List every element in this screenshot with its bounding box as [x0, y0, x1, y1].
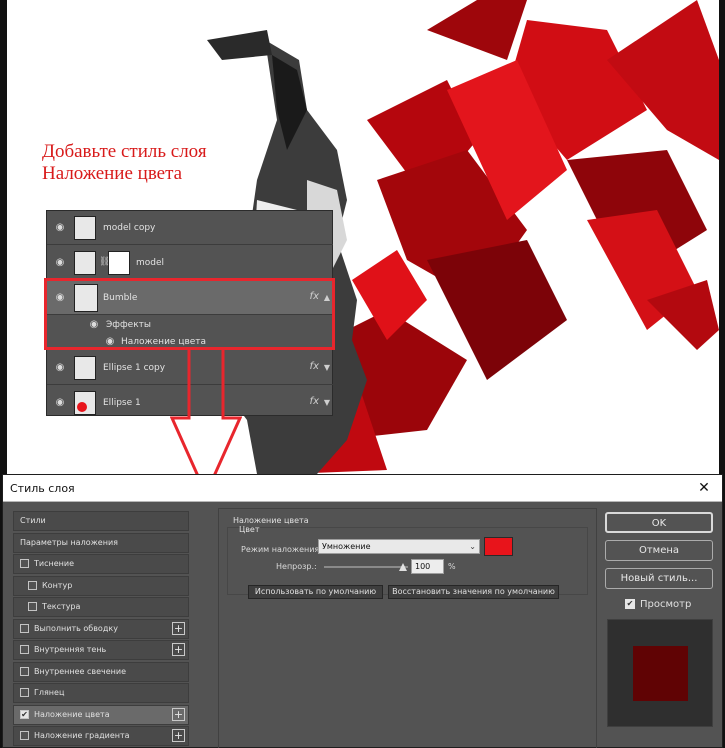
- blend-mode-select[interactable]: Умножение ⌄: [318, 539, 480, 554]
- style-item-label: Параметры наложения: [20, 537, 118, 547]
- dialog-titlebar: Стиль слоя ✕: [3, 475, 722, 502]
- instruction-line-2: Наложение цвета: [42, 163, 183, 184]
- style-checkbox[interactable]: [20, 731, 29, 740]
- opacity-slider-track[interactable]: [324, 566, 408, 568]
- fx-icon[interactable]: fx: [310, 361, 319, 372]
- style-item[interactable]: Выполнить обводку +: [13, 618, 189, 639]
- style-item[interactable]: Внутреннее свечение: [13, 661, 189, 682]
- style-checkbox[interactable]: [28, 580, 37, 590]
- style-item-label: Наложение цвета: [34, 709, 110, 719]
- layer-name[interactable]: Ellipse 1: [103, 398, 141, 408]
- layer-thumbnail: [74, 356, 96, 380]
- blend-mode-label: Режим наложения:: [241, 545, 322, 554]
- style-item[interactable]: Стили: [13, 511, 189, 531]
- highlight-box: [44, 278, 335, 350]
- style-item[interactable]: Тиснение: [13, 554, 189, 574]
- eye-icon[interactable]: ◉: [53, 398, 67, 408]
- style-item-label: Наложение градиента: [34, 731, 130, 740]
- style-item-label: Стили: [20, 516, 46, 525]
- make-default-button[interactable]: Использовать по умолчанию: [248, 585, 383, 599]
- instruction-line-1: Добавьте стиль слоя: [42, 141, 207, 162]
- mask-thumbnail: [108, 251, 130, 275]
- eye-icon[interactable]: ◉: [53, 258, 67, 268]
- layer-thumbnail: [74, 251, 96, 275]
- ok-button[interactable]: OK: [605, 512, 713, 533]
- style-item-label: Внутреннее свечение: [34, 666, 126, 676]
- opacity-label: Непрозр.:: [276, 562, 317, 571]
- reset-default-button[interactable]: Восстановить значения по умолчанию: [388, 585, 559, 599]
- style-checkbox[interactable]: [20, 623, 29, 633]
- layer-row-model[interactable]: ◉ ⛓ model: [47, 246, 333, 280]
- style-checkbox[interactable]: [20, 645, 29, 654]
- preview-label[interactable]: Просмотр: [640, 599, 691, 610]
- group-title: Наложение цвета: [233, 516, 309, 525]
- add-effect-icon[interactable]: +: [172, 729, 185, 742]
- style-item-label: Глянец: [34, 688, 65, 697]
- add-effect-icon[interactable]: +: [172, 621, 185, 635]
- layer-thumbnail: [74, 216, 96, 240]
- color-swatch[interactable]: [484, 537, 513, 556]
- add-effect-icon[interactable]: +: [172, 707, 185, 721]
- style-checkbox[interactable]: [20, 666, 29, 676]
- layer-name[interactable]: model copy: [103, 223, 155, 233]
- blend-mode-value: Умножение: [322, 542, 371, 551]
- style-checkbox[interactable]: [28, 602, 37, 611]
- style-item-label: Текстура: [42, 602, 81, 611]
- eye-icon[interactable]: ◉: [53, 223, 67, 233]
- opacity-input[interactable]: 100: [411, 559, 444, 574]
- app-root: Добавьте стиль слоя Наложение цвета ◉ mo…: [0, 0, 725, 748]
- layer-thumbnail: [74, 391, 96, 415]
- eye-icon[interactable]: ◉: [53, 363, 67, 373]
- style-checkbox[interactable]: ✔: [20, 709, 29, 719]
- preview-checkbox[interactable]: ✔: [625, 599, 635, 609]
- opacity-slider-handle[interactable]: [399, 563, 407, 571]
- layer-style-dialog: Стиль слоя ✕ Стили Параметры наложения Тис…: [2, 474, 723, 748]
- style-item-label: Выполнить обводку: [34, 623, 118, 633]
- close-icon[interactable]: ✕: [696, 480, 712, 496]
- style-item[interactable]: Внутренняя тень +: [13, 640, 189, 660]
- style-item[interactable]: Контур: [13, 575, 189, 596]
- style-item[interactable]: Наложение градиента +: [13, 726, 189, 746]
- preview-swatch: [633, 646, 688, 701]
- chevron-down-icon[interactable]: ▼: [324, 398, 330, 407]
- style-checkbox[interactable]: [20, 559, 29, 568]
- layer-name[interactable]: model: [136, 258, 164, 268]
- styles-list: Стили Параметры наложения Тиснение Контур Те…: [13, 511, 191, 748]
- style-item[interactable]: Глянец: [13, 683, 189, 703]
- style-item-label: Тиснение: [34, 559, 74, 568]
- instruction-text: Добавьте стиль слоя Наложение цвета: [42, 141, 207, 185]
- layer-name[interactable]: Ellipse 1 copy: [103, 363, 165, 373]
- preview-box: [607, 619, 713, 727]
- dialog-title: Стиль слоя: [10, 482, 75, 495]
- style-item-label: Контур: [42, 580, 73, 590]
- ellipse-thumbnail-mark: [77, 402, 87, 412]
- style-checkbox[interactable]: [20, 688, 29, 697]
- chevron-down-icon[interactable]: ▼: [324, 363, 330, 372]
- opacity-unit: %: [448, 562, 456, 571]
- fx-icon[interactable]: fx: [310, 396, 319, 407]
- new-style-button[interactable]: Новый стиль...: [605, 568, 713, 589]
- chevron-down-icon: ⌄: [469, 542, 476, 551]
- style-item[interactable]: Текстура: [13, 597, 189, 617]
- style-item-label: Внутренняя тень: [34, 645, 107, 654]
- style-item[interactable]: ✔ Наложение цвета +: [13, 704, 189, 725]
- add-effect-icon[interactable]: +: [172, 643, 185, 656]
- color-subgroup-title: Цвет: [239, 525, 260, 534]
- layer-row-model-copy[interactable]: ◉ model copy: [47, 211, 333, 245]
- cancel-button[interactable]: Отмена: [605, 540, 713, 561]
- style-item[interactable]: Параметры наложения: [13, 532, 189, 553]
